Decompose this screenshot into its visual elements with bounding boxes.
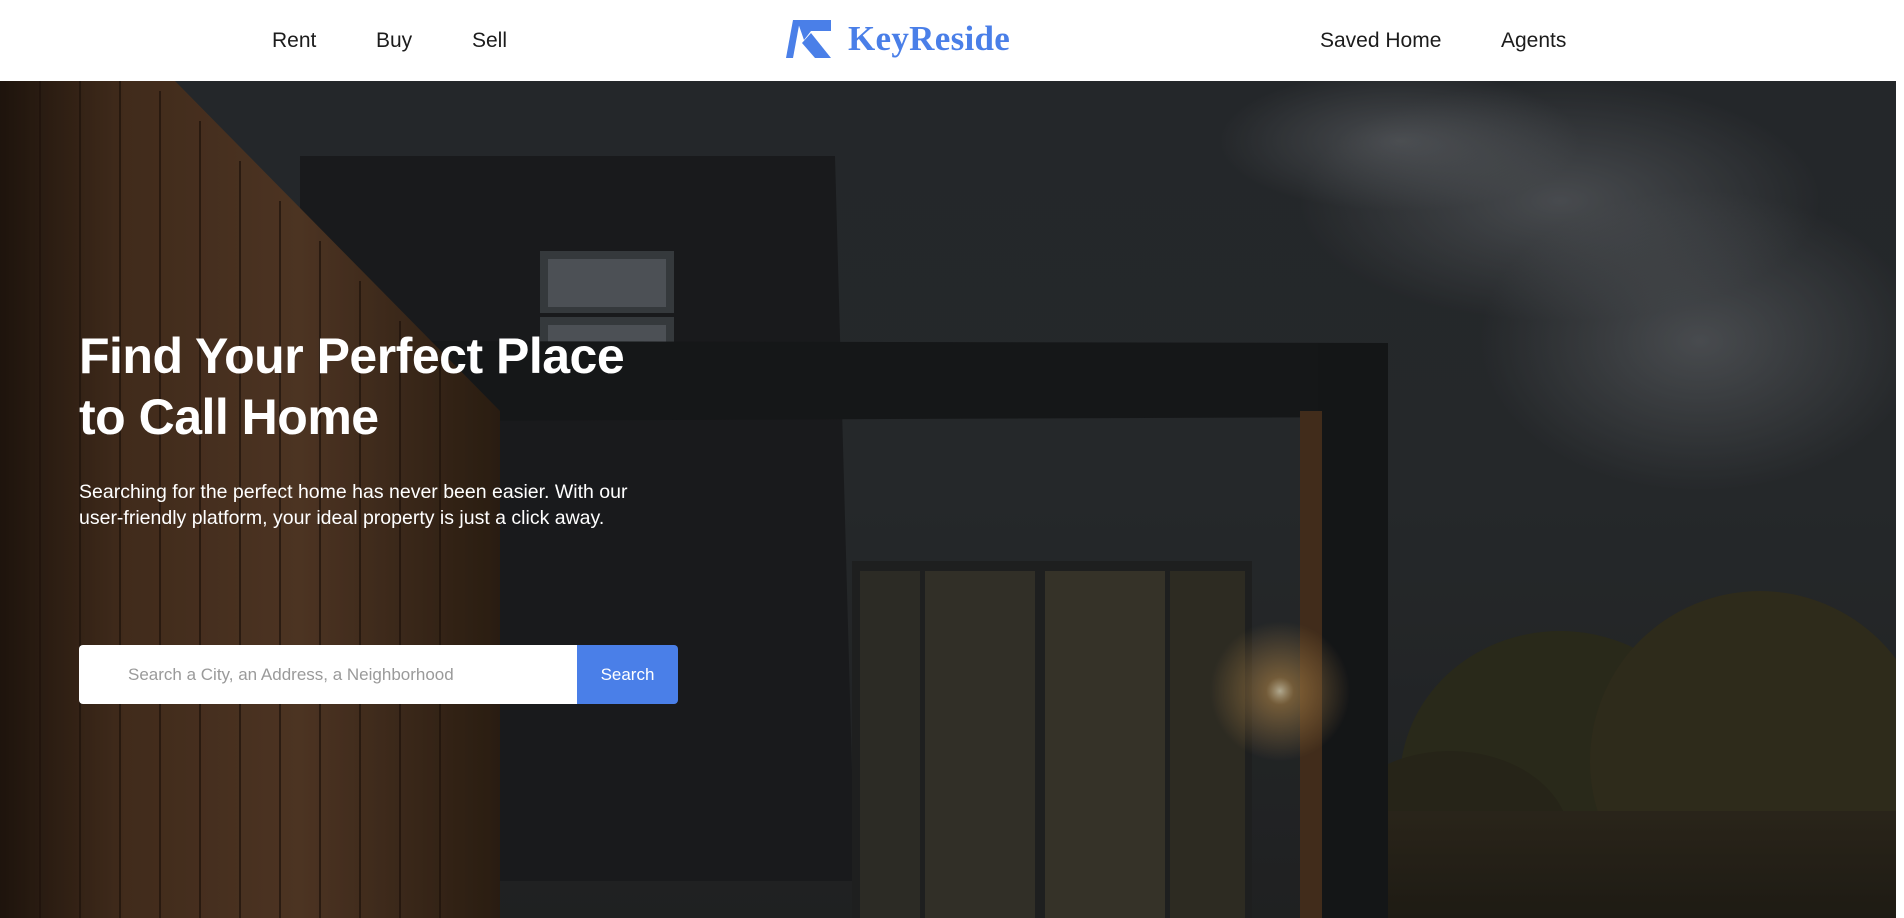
hero-subtitle-line-2: user-friendly platform, your ideal prope…: [79, 507, 605, 529]
nav-link-rent[interactable]: Rent: [272, 28, 316, 54]
hero-title-line-1: Find Your Perfect Place: [79, 328, 625, 384]
nav-link-saved-home[interactable]: Saved Home: [1320, 28, 1441, 54]
nav-link-buy[interactable]: Buy: [376, 28, 412, 54]
hero-title: Find Your Perfect Place to Call Home: [79, 326, 799, 448]
hero-subtitle-line-1: Searching for the perfect home has never…: [79, 481, 628, 503]
search-form: Search: [79, 645, 678, 704]
page: Rent Buy Sell KeyReside Saved Home Agent…: [0, 0, 1904, 918]
site-header: Rent Buy Sell KeyReside Saved Home Agent…: [0, 0, 1904, 81]
hero-title-line-2: to Call Home: [79, 389, 379, 445]
search-input[interactable]: [79, 645, 577, 704]
scrollbar-track[interactable]: [1896, 81, 1904, 918]
nav-link-agents[interactable]: Agents: [1501, 28, 1566, 54]
search-button[interactable]: Search: [577, 645, 678, 704]
hero-subtitle: Searching for the perfect home has never…: [79, 479, 719, 531]
nav-link-sell[interactable]: Sell: [472, 28, 507, 54]
k-logo-icon: [786, 20, 831, 58]
logo-text: KeyReside: [848, 19, 1011, 58]
hero-section: Find Your Perfect Place to Call Home Sea…: [0, 81, 1904, 918]
site-logo[interactable]: KeyReside: [784, 18, 1010, 60]
